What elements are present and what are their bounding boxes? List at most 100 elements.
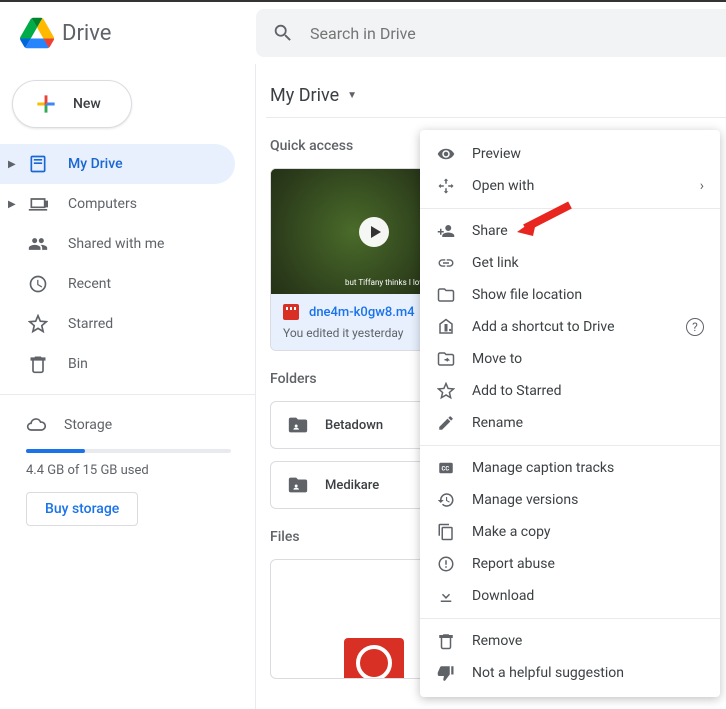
nav-label: Shared with me (68, 236, 164, 252)
ctx-download[interactable]: Download (420, 580, 720, 612)
nav-label: Computers (68, 196, 137, 212)
new-button-label: New (73, 96, 101, 112)
report-icon (436, 554, 456, 574)
ctx-label: Move to (472, 351, 522, 367)
cloud-icon (26, 415, 46, 435)
plus-icon (33, 91, 59, 117)
ctx-label: Make a copy (472, 524, 551, 540)
nav-label: Storage (64, 417, 112, 433)
breadcrumb[interactable]: My Drive ▼ (266, 74, 726, 118)
new-button[interactable]: New (12, 80, 132, 128)
search-input[interactable] (310, 24, 710, 43)
ctx-versions[interactable]: Manage versions (420, 484, 720, 516)
nav-label: My Drive (68, 156, 123, 172)
recent-icon (26, 272, 50, 296)
trash-icon (436, 631, 456, 651)
ctx-star[interactable]: Add to Starred (420, 375, 720, 407)
folder-name: Betadown (325, 418, 383, 433)
app-name: Drive (62, 21, 111, 46)
ctx-rename[interactable]: Rename (420, 407, 720, 439)
link-icon (436, 253, 456, 273)
top-bar: Drive (0, 0, 726, 64)
ctx-label: Show file location (472, 287, 582, 303)
ctx-label: Report abuse (472, 556, 555, 572)
thumbs-down-icon (436, 663, 456, 683)
video-file-icon (283, 304, 299, 320)
folder-name: Medikare (325, 478, 379, 493)
shared-folder-icon (287, 414, 309, 436)
ctx-get-link[interactable]: Get link (420, 247, 720, 279)
ctx-label: Preview (472, 146, 521, 162)
ctx-open-with[interactable]: Open with › (420, 170, 720, 202)
eye-icon (436, 144, 456, 164)
caret-icon: ▶ (8, 199, 20, 210)
shortcut-icon (436, 317, 456, 337)
nav-label: Recent (68, 276, 111, 292)
open-with-icon (436, 176, 456, 196)
ctx-label: Add to Starred (472, 383, 561, 399)
person-add-icon (436, 221, 456, 241)
dropdown-icon: ▼ (347, 90, 357, 101)
ctx-show-location[interactable]: Show file location (420, 279, 720, 311)
nav-computers[interactable]: ▶ Computers (0, 184, 235, 224)
folder-icon (436, 285, 456, 305)
nav-label: Bin (68, 356, 88, 372)
ctx-label: Manage versions (472, 492, 578, 508)
ctx-remove[interactable]: Remove (420, 625, 720, 657)
ctx-not-helpful[interactable]: Not a helpful suggestion (420, 657, 720, 689)
ctx-label: Get link (472, 255, 519, 271)
move-icon (436, 349, 456, 369)
nav-my-drive[interactable]: ▶ My Drive (0, 144, 235, 184)
ctx-label: Remove (472, 633, 522, 649)
shared-icon (26, 232, 50, 256)
ctx-move[interactable]: Move to (420, 343, 720, 375)
ctx-label: Not a helpful suggestion (472, 665, 624, 681)
divider (0, 394, 255, 395)
nav-shared[interactable]: Shared with me (0, 224, 235, 264)
file-thumbnail (344, 638, 404, 679)
storage-used-text: 4.4 GB of 15 GB used (26, 463, 231, 478)
ctx-label: Share (472, 223, 508, 239)
annotation-arrow (515, 200, 575, 240)
logo-area[interactable]: Drive (0, 16, 256, 50)
ctx-copy[interactable]: Make a copy (420, 516, 720, 548)
copy-icon (436, 522, 456, 542)
star-icon (26, 312, 50, 336)
quick-file-name: dne4m-k0gw8.m4 (309, 305, 415, 320)
download-icon (436, 586, 456, 606)
divider (420, 618, 720, 619)
crumb-label: My Drive (270, 85, 339, 106)
ctx-label: Rename (472, 415, 523, 431)
nav-recent[interactable]: Recent (0, 264, 235, 304)
search-icon (272, 22, 294, 44)
my-drive-icon (26, 152, 50, 176)
sidebar: New ▶ My Drive ▶ Computers Shared with m… (0, 64, 256, 709)
play-icon (359, 217, 389, 247)
nav-bin[interactable]: Bin (0, 344, 235, 384)
rename-icon (436, 413, 456, 433)
ctx-label: Add a shortcut to Drive (472, 319, 615, 335)
ctx-abuse[interactable]: Report abuse (420, 548, 720, 580)
drive-logo-icon (20, 16, 54, 50)
ctx-label: Manage caption tracks (472, 460, 614, 476)
svg-text:CC: CC (442, 465, 450, 472)
ctx-label: Download (472, 588, 534, 604)
search-bar[interactable] (256, 9, 726, 57)
help-icon[interactable]: ? (686, 318, 704, 336)
computers-icon (26, 192, 50, 216)
ctx-preview[interactable]: Preview (420, 138, 720, 170)
ctx-shortcut[interactable]: Add a shortcut to Drive ? (420, 311, 720, 343)
ctx-captions[interactable]: CC Manage caption tracks (420, 452, 720, 484)
cc-icon: CC (436, 458, 456, 478)
shared-folder-icon (287, 474, 309, 496)
storage-bar (26, 449, 231, 453)
nav-starred[interactable]: Starred (0, 304, 235, 344)
history-icon (436, 490, 456, 510)
buy-storage-button[interactable]: Buy storage (26, 492, 138, 526)
star-icon (436, 381, 456, 401)
divider (420, 445, 720, 446)
nav-label: Starred (68, 316, 113, 332)
chevron-right-icon: › (700, 178, 704, 194)
nav-storage[interactable]: Storage (26, 405, 231, 445)
bin-icon (26, 352, 50, 376)
